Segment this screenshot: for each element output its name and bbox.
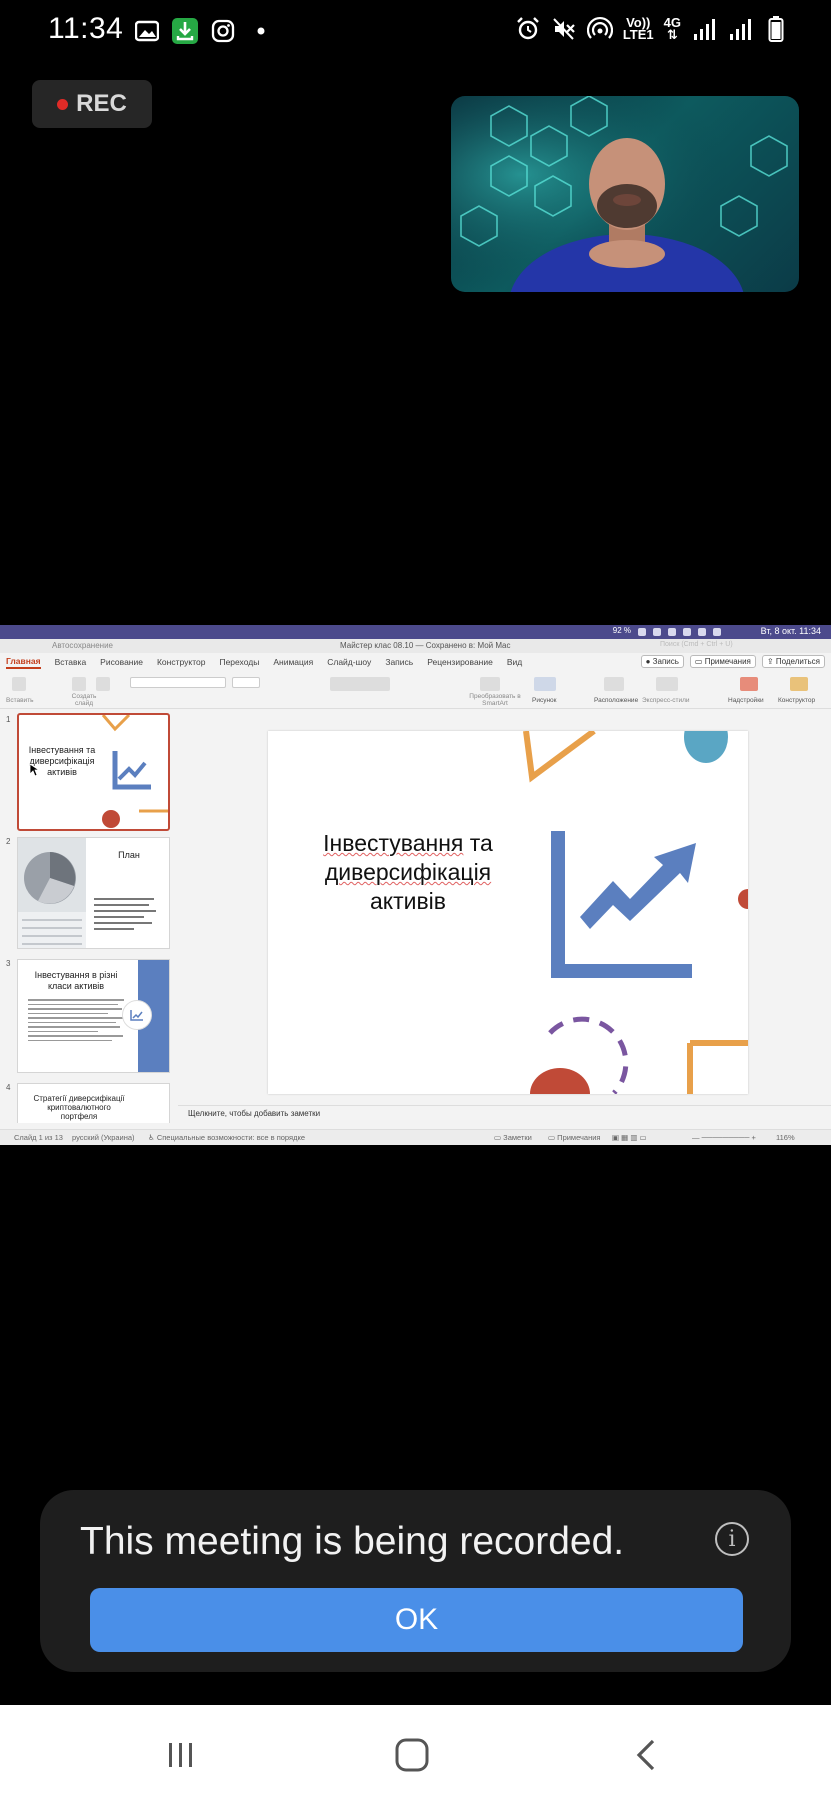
notes-pane: Щелкните, чтобы добавить заметки <box>178 1105 831 1121</box>
thumb-3-chart-icon <box>122 1000 152 1030</box>
recent-apps-icon[interactable] <box>160 1735 200 1775</box>
notification-icons <box>134 18 274 44</box>
alarm-icon <box>515 16 541 42</box>
slide-title: Інвестування та диверсифікація активів <box>323 830 493 914</box>
slide-counter: Слайд 1 из 13 <box>14 1133 63 1142</box>
thumb-title: Стратегії диверсифікації криптовалютного… <box>33 1094 125 1121</box>
notes-toggle: ▭ Заметки <box>494 1133 532 1142</box>
autosave-label: Автосохранение <box>52 641 113 650</box>
ribbon-tabs: Главная Вставка Рисование Конструктор Пе… <box>0 653 831 671</box>
paste-label: Вставить <box>6 697 34 704</box>
mac-clock: Вт, 8 окт. 11:34 <box>760 626 821 636</box>
tab-transitions: Переходы <box>219 657 260 667</box>
recording-message: This meeting is being recorded. <box>80 1520 625 1563</box>
comments-toggle: ▭ Примечания <box>548 1133 601 1142</box>
record-button: ● Запись <box>640 655 684 668</box>
thumb-2-image <box>18 838 86 948</box>
ppt-search: Поиск (Cmd + Ctrl + U) <box>660 641 733 648</box>
slide-thumbnails: 1 Інвестування та диверсифікація активів… <box>0 709 178 1123</box>
gallery-icon <box>134 18 160 44</box>
designer-label: Конструктор <box>778 697 816 704</box>
mute-icon <box>551 16 577 42</box>
hotspot-icon <box>586 16 613 42</box>
instagram-icon <box>210 18 236 44</box>
network-gen-indicator: 4G ⇅ <box>663 15 681 42</box>
thumb-title: Інвестування в різні класи активів <box>34 970 118 991</box>
smartart-label: Преобразовать в SmartArt <box>469 693 521 707</box>
tab-view: Вид <box>506 657 523 667</box>
addins-label: Надстройки <box>728 697 764 704</box>
more-notifications-dot-icon <box>248 18 274 44</box>
zoom-level: 116% <box>776 1133 795 1142</box>
notes-placeholder: Щелкните, чтобы добавить заметки <box>188 1109 321 1118</box>
tab-slideshow: Слайд-шоу <box>327 657 372 667</box>
tab-record: Запись <box>385 657 414 667</box>
recording-dialog: This meeting is being recorded. i OK <box>40 1490 791 1672</box>
recording-dot-icon <box>57 98 69 110</box>
zoom-slider: — ───────── + <box>692 1133 756 1142</box>
recording-indicator: REC <box>32 80 152 128</box>
thumbnail-slide-3: Інвестування в різні класи активів <box>17 959 170 1073</box>
ppt-title-bar: Автосохранение Майстер клас 08.10 — Сохр… <box>0 639 831 653</box>
picture-label: Рисунок <box>532 697 557 704</box>
android-navigation-bar <box>0 1705 831 1801</box>
view-buttons: ▣ ▦ ▥ ▭ <box>612 1133 647 1142</box>
participant-video[interactable] <box>451 96 799 292</box>
signal-2-icon <box>727 16 753 42</box>
back-icon[interactable] <box>626 1735 666 1775</box>
status-bar: 11:34 Vo)) LTE1 4G ⇅ <box>0 0 831 64</box>
thumb-1-graphics <box>101 715 168 828</box>
pie-chart-photo <box>18 852 86 948</box>
main-slide: Інвестування та диверсифікація активів <box>268 731 748 1094</box>
new-slide-label: Создать слайд <box>71 693 97 707</box>
battery-icon <box>763 16 789 42</box>
ok-button[interactable]: OK <box>90 1588 743 1652</box>
ribbon-actions: ● Запись ▭ Примечания ⇪ Поделиться <box>640 655 825 668</box>
thumb-number: 1 <box>6 715 11 724</box>
thumb-title: План <box>118 850 140 860</box>
volte-indicator: Vo)) LTE1 <box>622 15 654 42</box>
thumb-number: 3 <box>6 959 11 968</box>
accessibility-status: ♿ Специальные возможности: все в порядке <box>148 1133 305 1142</box>
shared-screen: 92 % Вт, 8 окт. 11:34 Автосохранение Май… <box>0 625 831 1145</box>
document-title: Майстер клас 08.10 — Сохранено в: Мой Ma… <box>340 641 511 650</box>
system-icons: Vo)) LTE1 4G ⇅ <box>515 16 789 42</box>
status-time: 11:34 <box>48 12 124 45</box>
recording-label: REC <box>76 90 127 117</box>
ribbon-toolbar: Вставить Создать слайд Преобразовать в S… <box>0 671 831 709</box>
tab-design: Конструктор <box>156 657 206 667</box>
thumbnail-slide-4: Стратегії диверсифікації криптовалютного… <box>17 1083 170 1123</box>
share-button: ⇪ Поделиться <box>761 655 825 668</box>
mac-menu-icons <box>638 628 721 636</box>
mac-menu-bar: 92 % Вт, 8 окт. 11:34 <box>0 625 831 639</box>
quick-styles-label: Экспресс-стили <box>642 697 690 704</box>
tab-draw: Рисование <box>100 657 143 667</box>
thumbnail-slide-1: Інвестування та диверсифікація активів <box>17 713 170 831</box>
tab-home: Главная <box>6 656 41 669</box>
ppt-status-bar: Слайд 1 из 13 русский (Украина) ♿ Специа… <box>0 1129 831 1145</box>
thumb-3-lines <box>28 996 128 1044</box>
comments-button: ▭ Примечания <box>689 655 756 668</box>
tab-review: Рецензирование <box>427 657 493 667</box>
signal-1-icon <box>691 16 717 42</box>
thumb-number: 2 <box>6 837 11 846</box>
download-app-icon <box>172 18 198 44</box>
thumb-2-lines <box>94 894 164 934</box>
mouse-cursor-icon <box>29 763 41 777</box>
language-indicator: русский (Украина) <box>72 1133 135 1142</box>
participant-video-frame <box>451 96 799 292</box>
arrange-label: Расположение <box>594 697 639 704</box>
info-icon[interactable]: i <box>715 1522 749 1556</box>
tab-animations: Анимация <box>273 657 314 667</box>
tab-insert: Вставка <box>54 657 87 667</box>
mac-battery-level: 92 % <box>612 626 631 635</box>
thumbnail-slide-2: План <box>17 837 170 949</box>
home-icon[interactable] <box>392 1735 432 1775</box>
thumb-number: 4 <box>6 1083 11 1092</box>
